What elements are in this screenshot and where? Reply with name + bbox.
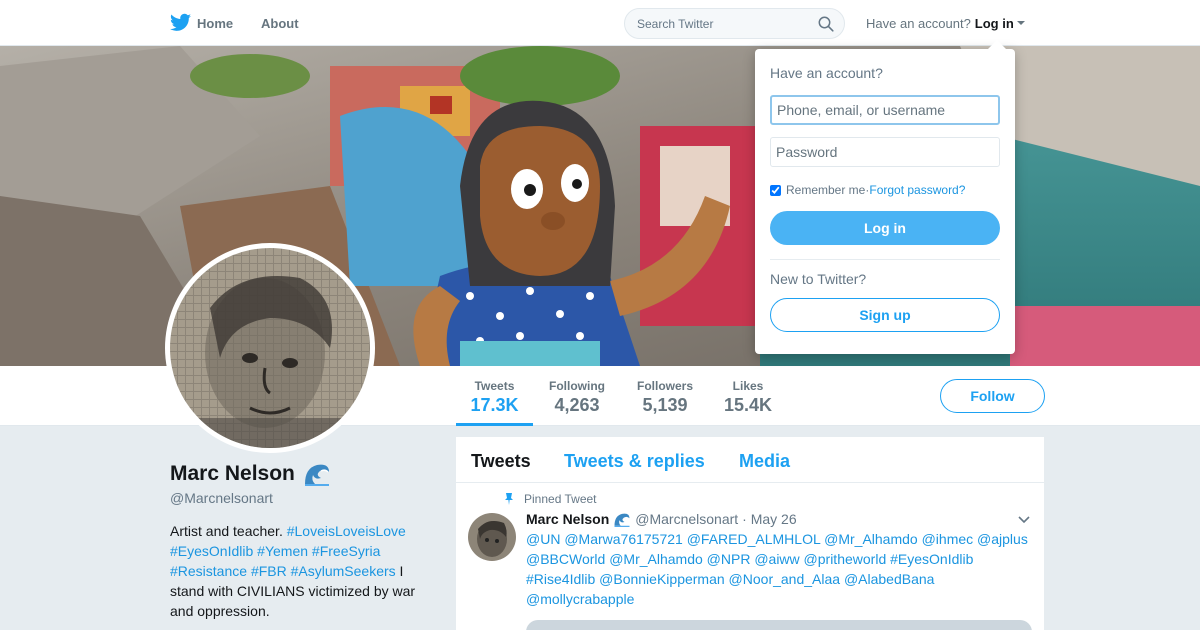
- bio-hashtag[interactable]: #Yemen: [257, 543, 308, 559]
- chevron-down-icon[interactable]: [1018, 516, 1030, 524]
- avatar-image: [170, 248, 370, 448]
- pinned-text: Pinned Tweet: [524, 492, 597, 506]
- forgot-password-link[interactable]: Forgot password?: [869, 183, 965, 197]
- login-dropdown-toggle[interactable]: Log in: [975, 16, 1014, 31]
- bio-hashtag[interactable]: #Resistance: [170, 563, 247, 579]
- bio-hashtag[interactable]: #FBR: [251, 563, 287, 579]
- remember-me-label[interactable]: Remember me: [786, 183, 865, 197]
- stat-label: Following: [549, 379, 605, 393]
- tweet-date[interactable]: · May 26: [742, 511, 796, 527]
- caret-down-icon[interactable]: [1016, 21, 1025, 25]
- bio-text: Artist and teacher.: [170, 523, 287, 539]
- follow-button[interactable]: Follow: [940, 379, 1045, 413]
- tweet-text[interactable]: @UN @Marwa76175721 @FARED_ALMHLOL @Mr_Al…: [526, 529, 1036, 609]
- active-stat-underline: [456, 423, 533, 426]
- profile-bio: Artist and teacher. #LoveisLoveisLove #E…: [170, 521, 425, 621]
- stat-likes[interactable]: Likes 15.4K: [720, 379, 776, 416]
- profile-name[interactable]: Marc Nelson: [170, 462, 331, 486]
- login-dropdown: Have an account? Remember me · Forgot pa…: [755, 49, 1015, 354]
- bio-hashtag[interactable]: #EyesOnIdlib: [170, 543, 253, 559]
- bio-hashtag[interactable]: #LoveisLoveisLove: [287, 523, 406, 539]
- nav-about-link[interactable]: About: [261, 0, 299, 46]
- tweet-author-name[interactable]: Marc Nelson: [526, 511, 609, 527]
- stat-value: 5,139: [642, 395, 688, 415]
- pin-icon: [505, 493, 513, 505]
- search-placeholder: Search Twitter: [637, 16, 714, 31]
- stat-value: 15.4K: [723, 395, 773, 415]
- password-field[interactable]: [770, 137, 1000, 167]
- stat-label: Followers: [636, 379, 693, 393]
- pinned-tweet-label: Pinned Tweet: [504, 492, 597, 506]
- tweet-media-preview[interactable]: [526, 620, 1032, 630]
- timeline: Tweets Tweets & replies Media Pinned Twe…: [456, 437, 1044, 630]
- tweet-header: Marc Nelson @Marcnelsonart · May 26: [526, 511, 797, 527]
- stat-label: Likes: [732, 379, 764, 393]
- search-icon[interactable]: [818, 16, 834, 32]
- dropdown-arrow: [988, 40, 1006, 49]
- tab-tweets[interactable]: Tweets: [471, 451, 531, 472]
- profile-handle[interactable]: @Marcnelsonart: [170, 490, 273, 506]
- stat-value: 17.3K: [470, 395, 519, 415]
- stat-followers[interactable]: Followers 5,139: [633, 379, 697, 416]
- remember-row: Remember me · Forgot password?: [770, 183, 1000, 197]
- signup-button[interactable]: Sign up: [770, 298, 1000, 332]
- top-nav: Home About Search Twitter Have an accoun…: [0, 0, 1200, 46]
- new-to-twitter-heading: New to Twitter?: [770, 271, 867, 287]
- stat-label: Tweets: [474, 379, 515, 393]
- dropdown-divider: [770, 259, 1000, 260]
- username-field[interactable]: [770, 95, 1000, 125]
- bio-hashtag[interactable]: #AsylumSeekers: [291, 563, 396, 579]
- login-button[interactable]: Log in: [770, 211, 1000, 245]
- search-input[interactable]: Search Twitter: [624, 8, 845, 39]
- remember-me-checkbox[interactable]: [770, 184, 781, 196]
- tweet-author-handle[interactable]: @Marcnelsonart: [635, 511, 738, 527]
- profile-name-text: Marc Nelson: [170, 462, 295, 485]
- stat-value: 4,263: [554, 395, 600, 415]
- stat-following[interactable]: Following 4,263: [545, 379, 609, 416]
- wave-emoji-icon: [304, 464, 329, 486]
- login-heading: Have an account?: [770, 65, 883, 81]
- nav-home-link[interactable]: Home: [197, 0, 233, 46]
- profile-avatar[interactable]: [165, 243, 375, 453]
- stat-tweets[interactable]: Tweets 17.3K: [456, 379, 533, 416]
- bio-hashtag[interactable]: #FreeSyria: [312, 543, 380, 559]
- timeline-tabs: Tweets Tweets & replies Media: [456, 437, 1044, 483]
- tweet-avatar[interactable]: [468, 513, 516, 561]
- tab-tweets-and-replies[interactable]: Tweets & replies: [564, 451, 705, 472]
- tab-media[interactable]: Media: [739, 451, 790, 472]
- have-account-text: Have an account?: [866, 15, 971, 31]
- wave-emoji-icon: [614, 513, 630, 527]
- twitter-bird-icon[interactable]: [170, 13, 191, 32]
